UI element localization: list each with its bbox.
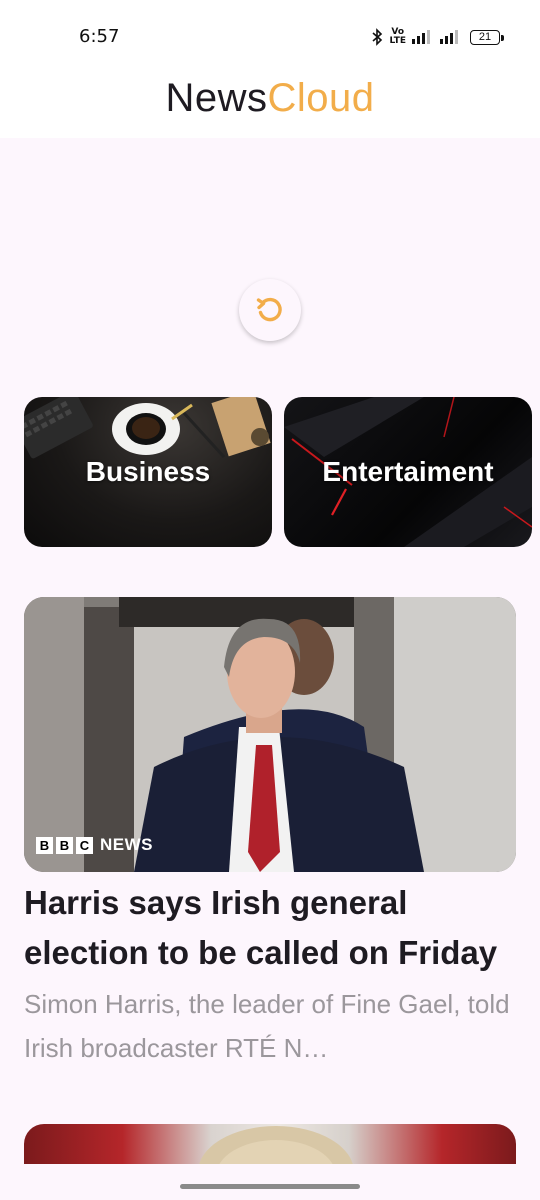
- category-card-entertainment[interactable]: Entertaiment: [284, 397, 532, 547]
- signal-icon-2: [440, 30, 458, 44]
- category-label-business: Business: [85, 456, 211, 487]
- status-bar: 6:57 Vo LTE 21: [0, 0, 540, 70]
- article-image[interactable]: B B C NEWS: [24, 597, 516, 872]
- signal-icon-1: [412, 30, 430, 44]
- category-label-entertainment: Entertaiment: [322, 456, 494, 487]
- app-title-cloud: Cloud: [267, 76, 375, 120]
- volte-icon: Vo LTE: [389, 28, 406, 46]
- article-description: Simon Harris, the leader of Fine Gael, t…: [24, 989, 510, 1063]
- article-headline[interactable]: Harris says Irish general election to be…: [24, 878, 516, 978]
- bbc-news-logo: B B C NEWS: [36, 835, 153, 855]
- refresh-button[interactable]: [239, 279, 301, 341]
- home-indicator[interactable]: [180, 1184, 360, 1189]
- app-header: NewsCloud: [0, 70, 540, 138]
- app-title-news: News: [165, 76, 268, 120]
- category-card-business[interactable]: Business: [24, 397, 272, 547]
- volte-bottom-label: LTE: [389, 36, 406, 46]
- news-article-card[interactable]: B B C NEWS Harris says Irish general ele…: [24, 597, 516, 1070]
- refresh-icon: [256, 297, 282, 322]
- status-icons: Vo LTE 21: [371, 26, 504, 48]
- app-title: NewsCloud: [0, 74, 540, 122]
- next-article-image[interactable]: [24, 1124, 516, 1164]
- battery-icon: 21: [470, 29, 504, 45]
- article-photo: [24, 597, 516, 872]
- article-source: NEWS: [100, 835, 153, 854]
- battery-level: 21: [478, 31, 492, 43]
- status-time: 6:57: [79, 26, 120, 47]
- bbc-logo-letter: B: [56, 836, 73, 854]
- bbc-logo-letter: B: [36, 836, 53, 854]
- bluetooth-icon: [372, 28, 383, 46]
- next-article-photo: [199, 1126, 353, 1164]
- bbc-logo-letter: C: [76, 836, 93, 854]
